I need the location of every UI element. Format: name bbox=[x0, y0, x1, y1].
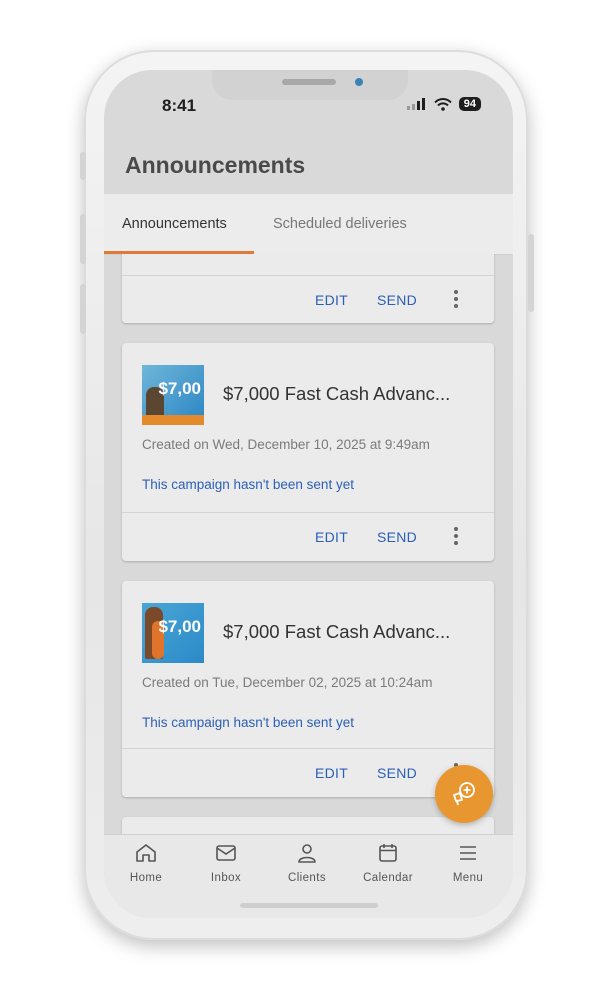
campaign-status: This campaign hasn't been sent yet bbox=[142, 715, 354, 730]
send-button[interactable]: SEND bbox=[377, 765, 417, 781]
created-date: Created on Wed, December 10, 2025 at 9:4… bbox=[142, 437, 430, 452]
announcement-list[interactable]: EDIT SEND $7,00 $7,000 Fast Cash Advanc.… bbox=[104, 254, 513, 834]
calendar-icon bbox=[379, 844, 397, 862]
home-icon bbox=[136, 844, 156, 862]
nav-home[interactable]: Home bbox=[106, 843, 186, 884]
thumbnail-amount: $7,00 bbox=[158, 617, 201, 636]
mute-switch bbox=[80, 152, 86, 180]
nav-calendar[interactable]: Calendar bbox=[348, 843, 428, 884]
send-button[interactable]: SEND bbox=[377, 292, 417, 308]
announcement-title[interactable]: $7,000 Fast Cash Advanc... bbox=[223, 621, 450, 643]
front-camera bbox=[355, 78, 363, 86]
announcement-card[interactable]: $7,00 $7,000 Fast Cash Advanc... Created… bbox=[122, 343, 494, 561]
edit-button[interactable]: EDIT bbox=[315, 292, 348, 308]
campaign-thumbnail: $7,00 bbox=[142, 365, 204, 425]
announcement-title[interactable]: $7,000 Fast Cash Advanc... bbox=[223, 383, 450, 405]
announcement-card: EDIT SEND bbox=[122, 254, 494, 323]
notch bbox=[212, 70, 408, 100]
screen: 8:41 94 Announcements Announcements Sche… bbox=[104, 70, 513, 918]
nav-inbox[interactable]: Inbox bbox=[186, 843, 266, 884]
more-options-icon[interactable] bbox=[453, 527, 459, 548]
new-announcement-button[interactable] bbox=[435, 765, 493, 823]
nav-menu[interactable]: Menu bbox=[428, 843, 508, 884]
tab-bar: Announcements Scheduled deliveries bbox=[104, 194, 513, 255]
status-time: 8:41 bbox=[162, 96, 197, 115]
signal-icon bbox=[406, 98, 425, 110]
thumbnail-amount: $7,00 bbox=[158, 379, 201, 398]
nav-label: Inbox bbox=[210, 872, 242, 884]
nav-label: Calendar bbox=[363, 872, 413, 884]
page-title: Announcements bbox=[125, 152, 306, 178]
tab-scheduled-deliveries[interactable]: Scheduled deliveries bbox=[273, 216, 407, 232]
hamburger-icon bbox=[460, 846, 476, 860]
campaign-status: This campaign hasn't been sent yet bbox=[142, 477, 354, 492]
speaker bbox=[282, 79, 336, 85]
status-icons: 94 bbox=[406, 97, 481, 111]
created-date: Created on Tue, December 02, 2025 at 10:… bbox=[142, 675, 433, 690]
nav-clients[interactable]: Clients bbox=[267, 843, 347, 884]
megaphone-add-icon bbox=[453, 782, 475, 806]
send-button[interactable]: SEND bbox=[377, 529, 417, 545]
campaign-thumbnail: $7,00 bbox=[142, 603, 204, 663]
volume-up-button bbox=[80, 214, 86, 264]
edit-button[interactable]: EDIT bbox=[315, 765, 348, 781]
home-indicator[interactable] bbox=[240, 903, 378, 908]
person-icon bbox=[298, 844, 316, 863]
nav-label: Clients bbox=[288, 872, 326, 884]
volume-down-button bbox=[80, 284, 86, 334]
battery-indicator: 94 bbox=[458, 97, 481, 111]
card-actions: EDIT SEND bbox=[122, 275, 494, 324]
wifi-icon bbox=[434, 97, 452, 111]
edit-button[interactable]: EDIT bbox=[315, 529, 348, 545]
announcement-card[interactable] bbox=[122, 817, 494, 834]
nav-label: Menu bbox=[452, 872, 484, 884]
thumbnail-strip bbox=[142, 415, 204, 425]
tab-announcements[interactable]: Announcements bbox=[122, 216, 227, 232]
announcement-card[interactable]: $7,00 $7,000 Fast Cash Advanc... Created… bbox=[122, 581, 494, 797]
card-actions: EDIT SEND bbox=[122, 512, 494, 561]
nav-label: Home bbox=[129, 872, 163, 884]
power-button bbox=[528, 234, 534, 312]
more-options-icon[interactable] bbox=[453, 290, 459, 311]
inbox-icon bbox=[216, 845, 236, 861]
